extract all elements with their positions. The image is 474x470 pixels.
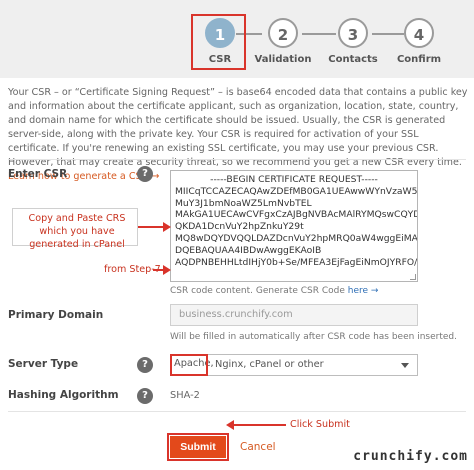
resize-handle[interactable] [410, 274, 416, 280]
progress-stepper: 1 CSR 2 Validation 3 Contacts 4 Confirm [0, 0, 474, 78]
step-contacts[interactable]: 3 Contacts [318, 18, 388, 65]
hashing-algorithm-value: SHA-2 [170, 390, 200, 401]
csr-line: MQ8wDQYDVQQLDAZDcnVuY2hpMRQ0aW4wggEiMA0G… [175, 232, 418, 244]
cancel-link[interactable]: Cancel [240, 441, 276, 453]
annotation-arrow-head [226, 420, 234, 430]
brand-watermark: crunchify.com [353, 449, 468, 464]
chevron-down-icon [401, 363, 409, 368]
apache-highlight-box [170, 354, 208, 376]
server-type-label: Server Type [8, 358, 79, 370]
annotation-arrow-head [163, 265, 171, 275]
csr-step-highlight-box [191, 14, 246, 70]
annotation-arrow-line [138, 226, 164, 228]
annotation-arrow-head [163, 222, 171, 232]
csr-description-text: Your CSR – or “Certificate Signing Reque… [8, 87, 468, 168]
csr-field-label: Enter CSR [8, 168, 68, 180]
step-number: 4 [404, 18, 434, 48]
csr-hint: CSR code content. Generate CSR Code here… [170, 286, 378, 296]
divider [8, 159, 466, 160]
csr-line: MuY3J1bmNoaWZ5LmNvbTEL [175, 197, 312, 209]
primary-domain-label: Primary Domain [8, 309, 104, 321]
step-confirm[interactable]: 4 Confirm [384, 18, 454, 65]
csr-line: AQDPNBEHHLtdIHjY0b+Se/MFEA3EjFagEiNmOJYR… [175, 256, 418, 268]
server-type-selected: Nginx, cPanel or other [215, 359, 324, 370]
help-icon[interactable]: ? [137, 166, 153, 182]
step-label: Validation [254, 54, 312, 65]
copy-paste-annotation: Copy and Paste CRS which you have genera… [28, 213, 126, 250]
primary-domain-input: business.crunchify.com [170, 304, 418, 326]
help-icon[interactable]: ? [137, 388, 153, 404]
primary-domain-hint: Will be filled in automatically after CS… [170, 332, 457, 342]
step-number: 3 [338, 18, 368, 48]
submit-button[interactable]: Submit [170, 436, 226, 458]
csr-hint-text: CSR code content. Generate CSR Code [170, 286, 345, 296]
generate-csr-here-link[interactable]: here → [348, 286, 379, 296]
csr-line: QKDA1DcnVuY2hpZnkuY29t [175, 221, 304, 233]
annotation-arrow-line [232, 424, 286, 426]
csr-line: MIICqTCCAZECAQAwZDEfMB0GA1UEAwwWYnVzaW5l… [175, 185, 418, 197]
step-label: Contacts [328, 54, 378, 65]
step-label: Confirm [396, 54, 442, 65]
csr-line: -----BEGIN CERTIFICATE REQUEST----- [210, 174, 378, 185]
hashing-algorithm-label: Hashing Algorithm [8, 389, 119, 401]
csr-textarea[interactable]: -----BEGIN CERTIFICATE REQUEST----- MIIC… [170, 170, 418, 282]
step-validation[interactable]: 2 Validation [248, 18, 318, 65]
csr-line: DQEBAQUAA4IBDwAwggEKAoIB [175, 244, 322, 256]
step-number: 2 [268, 18, 298, 48]
csr-line: MAkGA1UECAwCVFgxCzAJBgNVBAcMAlRYMQswCQYD [175, 209, 418, 221]
divider [8, 411, 466, 412]
click-submit-annotation: Click Submit [290, 419, 350, 430]
help-icon[interactable]: ? [137, 357, 153, 373]
